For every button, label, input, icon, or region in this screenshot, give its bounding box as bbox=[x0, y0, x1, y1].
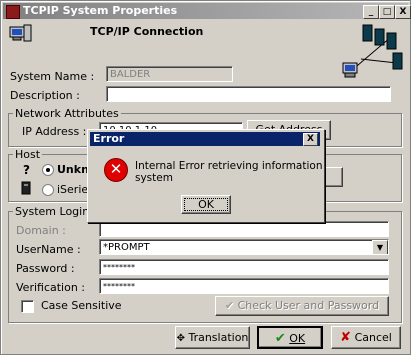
cancel-label: Cancel bbox=[354, 331, 392, 344]
translation-icon: ✥ bbox=[176, 333, 185, 344]
cancel-x-icon: ✘ bbox=[340, 330, 352, 345]
translation-label: Translation bbox=[188, 331, 249, 344]
password-label: Password : bbox=[16, 262, 75, 275]
tcpip-properties-window: TCPIP System Properties _ □ X TCP/IP Con… bbox=[0, 0, 411, 355]
minimize-button[interactable]: _ bbox=[363, 5, 379, 19]
title-bar[interactable]: TCPIP System Properties _ □ X bbox=[3, 3, 411, 19]
ok-button[interactable]: ✔ OK bbox=[257, 326, 323, 349]
network-attributes-label: Network Attributes bbox=[13, 107, 121, 120]
computer-icon bbox=[9, 24, 32, 42]
domain-input[interactable] bbox=[99, 221, 389, 237]
ok-check-icon: ✔ bbox=[274, 331, 286, 346]
error-icon: ✕ bbox=[104, 158, 128, 182]
check-user-password-label: Check User and Password bbox=[237, 299, 380, 312]
error-dialog-close-button[interactable]: X bbox=[303, 133, 318, 146]
description-label: Description : bbox=[10, 89, 80, 102]
error-dialog-title: Error bbox=[93, 132, 125, 145]
description-input[interactable] bbox=[106, 86, 391, 102]
maximize-button[interactable]: □ bbox=[379, 5, 395, 19]
domain-label: Domain : bbox=[16, 224, 66, 237]
unknown-radio[interactable] bbox=[42, 164, 54, 176]
verification-input[interactable]: ******** bbox=[99, 278, 389, 294]
unknown-host-icon: ? bbox=[23, 163, 30, 177]
window-title: TCPIP System Properties bbox=[23, 4, 178, 17]
iseries-radio[interactable] bbox=[42, 184, 54, 196]
check-user-password-button[interactable]: ✔ Check User and Password bbox=[215, 296, 389, 316]
username-label: UserName : bbox=[16, 243, 81, 256]
host-group-label: Host bbox=[13, 148, 43, 161]
verification-label: Verification : bbox=[16, 281, 86, 294]
username-value: *PROMPT bbox=[103, 242, 150, 253]
page-heading: TCP/IP Connection bbox=[90, 25, 204, 38]
case-sensitive-label: Case Sensitive bbox=[41, 299, 122, 312]
system-login-group: System Login Domain : UserName : *PROMPT… bbox=[8, 205, 402, 323]
translation-button[interactable]: ✥ Translation bbox=[175, 326, 250, 349]
system-name-input[interactable]: BALDER bbox=[106, 66, 233, 82]
check-icon: ✔ bbox=[224, 299, 235, 312]
error-dialog: Error X ✕ Internal Error retrieving info… bbox=[87, 129, 325, 223]
iseries-server-icon bbox=[21, 181, 31, 195]
username-select[interactable]: *PROMPT ▼ bbox=[99, 239, 389, 255]
case-sensitive-checkbox[interactable] bbox=[21, 300, 34, 313]
error-message: Internal Error retrieving information sy… bbox=[135, 160, 323, 184]
cancel-button[interactable]: ✘ Cancel bbox=[331, 326, 401, 349]
ok-label: OK bbox=[289, 332, 306, 345]
system-login-label: System Login bbox=[13, 205, 92, 218]
ip-address-label: IP Address : bbox=[22, 125, 87, 138]
system-name-label: System Name : bbox=[10, 70, 95, 83]
chevron-down-icon[interactable]: ▼ bbox=[372, 240, 388, 254]
app-icon bbox=[6, 5, 20, 19]
error-dialog-title-bar[interactable]: Error X bbox=[90, 132, 320, 146]
close-button[interactable]: X bbox=[395, 5, 411, 19]
password-input[interactable]: ******** bbox=[99, 259, 389, 275]
network-servers-icon bbox=[342, 24, 403, 78]
error-ok-button[interactable]: OK bbox=[181, 195, 231, 214]
